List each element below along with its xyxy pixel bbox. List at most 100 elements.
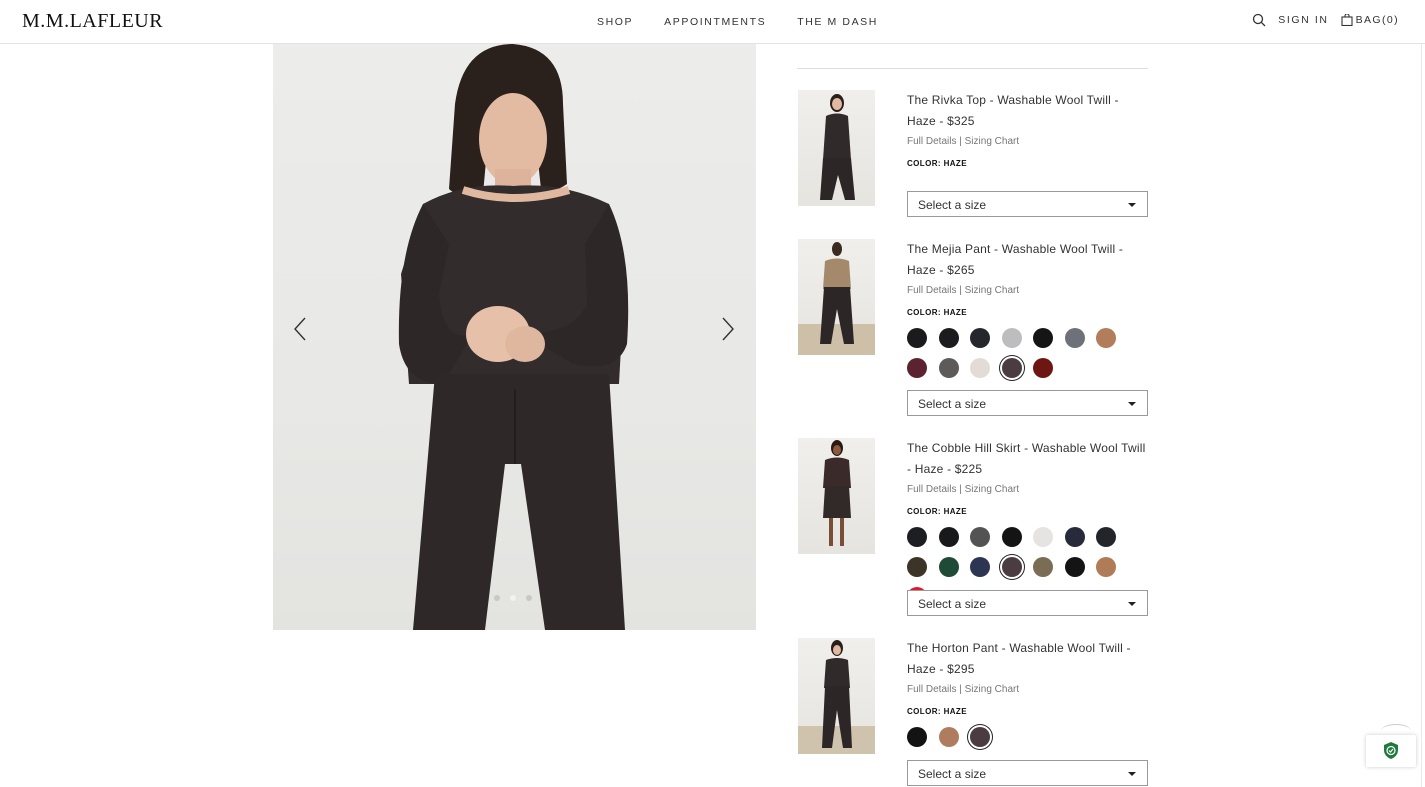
link-separator: | [959, 484, 962, 495]
product-photo [820, 94, 855, 200]
color-swatch[interactable] [1033, 557, 1053, 577]
site-header: M.M.LAFLEUR SHOP APPOINTMENTS THE M DASH… [0, 0, 1425, 44]
color-label: COLOR: HAZE [907, 159, 967, 168]
size-select-value: Select a size [918, 397, 987, 411]
color-swatch[interactable] [938, 527, 959, 547]
product-links: Full Details | Sizing Chart [907, 285, 1149, 296]
product-info: The Rivka Top - Washable Wool Twill - Ha… [907, 90, 1149, 168]
bag-button[interactable]: BAG(0) [1341, 14, 1399, 26]
sizing-chart-link[interactable]: Sizing Chart [965, 285, 1019, 296]
color-swatch[interactable] [938, 328, 959, 348]
color-label: COLOR: HAZE [907, 707, 967, 716]
product-title[interactable]: The Rivka Top - Washable Wool Twill - Ha… [907, 90, 1149, 132]
color-swatch[interactable] [1001, 328, 1022, 348]
link-separator: | [959, 285, 962, 296]
sizing-chart-link[interactable]: Sizing Chart [965, 484, 1019, 495]
color-swatch[interactable] [970, 527, 990, 547]
product-info: The Horton Pant - Washable Wool Twill - … [907, 638, 1149, 757]
color-swatch[interactable] [907, 328, 927, 348]
carousel-next-button[interactable] [715, 314, 739, 344]
size-select-value: Select a size [918, 597, 987, 611]
size-select[interactable]: Select a size [907, 590, 1148, 616]
product-photo [798, 242, 875, 355]
size-select[interactable]: Select a size [907, 760, 1148, 786]
list-divider [797, 68, 1148, 69]
color-swatch[interactable] [970, 557, 990, 577]
color-swatch[interactable] [1096, 328, 1116, 348]
color-swatch[interactable] [907, 557, 927, 577]
color-swatch[interactable] [970, 358, 990, 378]
color-swatch[interactable] [1064, 328, 1085, 348]
color-swatch[interactable] [938, 557, 959, 577]
carousel-dots [494, 595, 532, 601]
size-select[interactable]: Select a size [907, 390, 1148, 416]
color-swatch[interactable] [1064, 527, 1085, 547]
color-swatch[interactable] [938, 358, 959, 378]
color-label: COLOR: HAZE [907, 507, 967, 516]
product-thumbnail[interactable] [798, 638, 875, 754]
product-thumbnail[interactable] [798, 438, 875, 554]
product-thumbnail[interactable] [798, 239, 875, 355]
main-nav: SHOP APPOINTMENTS THE M DASH [597, 16, 909, 28]
nav-the-m-dash[interactable]: THE M DASH [797, 16, 878, 28]
product-info: The Mejia Pant - Washable Wool Twill - H… [907, 239, 1149, 388]
product-links: Full Details | Sizing Chart [907, 684, 1149, 695]
caret-down-icon [1128, 203, 1136, 207]
product-title[interactable]: The Cobble Hill Skirt - Washable Wool Tw… [907, 438, 1149, 480]
color-swatch[interactable] [1096, 527, 1116, 547]
size-select-value: Select a size [918, 767, 987, 781]
link-separator: | [959, 684, 962, 695]
color-swatch[interactable] [970, 328, 990, 348]
color-swatch[interactable] [1001, 527, 1022, 547]
scrollbar-track[interactable] [1421, 44, 1422, 787]
product-title[interactable]: The Mejia Pant - Washable Wool Twill - H… [907, 239, 1149, 281]
product-photo [823, 440, 851, 546]
size-select-value: Select a size [918, 198, 987, 212]
sign-in-link[interactable]: SIGN IN [1278, 14, 1328, 26]
full-details-link[interactable]: Full Details [907, 684, 956, 695]
size-select[interactable]: Select a size [907, 191, 1148, 217]
color-label: COLOR: HAZE [907, 308, 967, 317]
color-swatch[interactable] [938, 727, 959, 747]
full-details-link[interactable]: Full Details [907, 136, 956, 147]
bag-label: BAG(0) [1355, 14, 1399, 26]
color-swatch[interactable] [1001, 358, 1022, 378]
sizing-chart-link[interactable]: Sizing Chart [965, 136, 1019, 147]
product-title[interactable]: The Horton Pant - Washable Wool Twill - … [907, 638, 1149, 680]
sizing-chart-link[interactable]: Sizing Chart [965, 684, 1019, 695]
color-swatch[interactable] [1033, 358, 1053, 378]
color-swatch[interactable] [907, 527, 927, 547]
model-photo [398, 44, 629, 630]
caret-down-icon [1128, 402, 1136, 406]
nav-shop[interactable]: SHOP [597, 16, 633, 28]
color-swatch[interactable] [907, 358, 927, 378]
product-photo [798, 640, 875, 754]
color-swatches [907, 727, 1157, 757]
color-swatch[interactable] [1033, 527, 1053, 547]
product-image-carousel[interactable] [273, 44, 756, 630]
full-details-link[interactable]: Full Details [907, 285, 956, 296]
color-swatches [907, 328, 1157, 388]
color-swatch[interactable] [907, 727, 927, 747]
shopping-bag-icon [1341, 14, 1353, 26]
search-icon[interactable] [1252, 13, 1266, 27]
nav-appointments[interactable]: APPOINTMENTS [664, 16, 766, 28]
caret-down-icon [1128, 602, 1136, 606]
logo[interactable]: M.M.LAFLEUR [22, 10, 163, 33]
color-swatch[interactable] [1001, 557, 1022, 577]
product-thumbnail[interactable] [798, 90, 875, 206]
product-links: Full Details | Sizing Chart [907, 484, 1149, 495]
security-badge[interactable] [1366, 735, 1416, 767]
product-links: Full Details | Sizing Chart [907, 136, 1149, 147]
color-swatch[interactable] [1096, 557, 1116, 577]
carousel-dot-1[interactable] [494, 595, 500, 601]
color-swatch[interactable] [1064, 557, 1085, 577]
carousel-dot-2[interactable] [510, 595, 516, 601]
full-details-link[interactable]: Full Details [907, 484, 956, 495]
carousel-dot-3[interactable] [526, 595, 532, 601]
color-swatch[interactable] [970, 727, 990, 747]
carousel-prev-button[interactable] [289, 314, 313, 344]
link-separator: | [959, 136, 962, 147]
color-swatch[interactable] [1033, 328, 1053, 348]
header-actions: SIGN IN BAG(0) [1252, 13, 1399, 27]
